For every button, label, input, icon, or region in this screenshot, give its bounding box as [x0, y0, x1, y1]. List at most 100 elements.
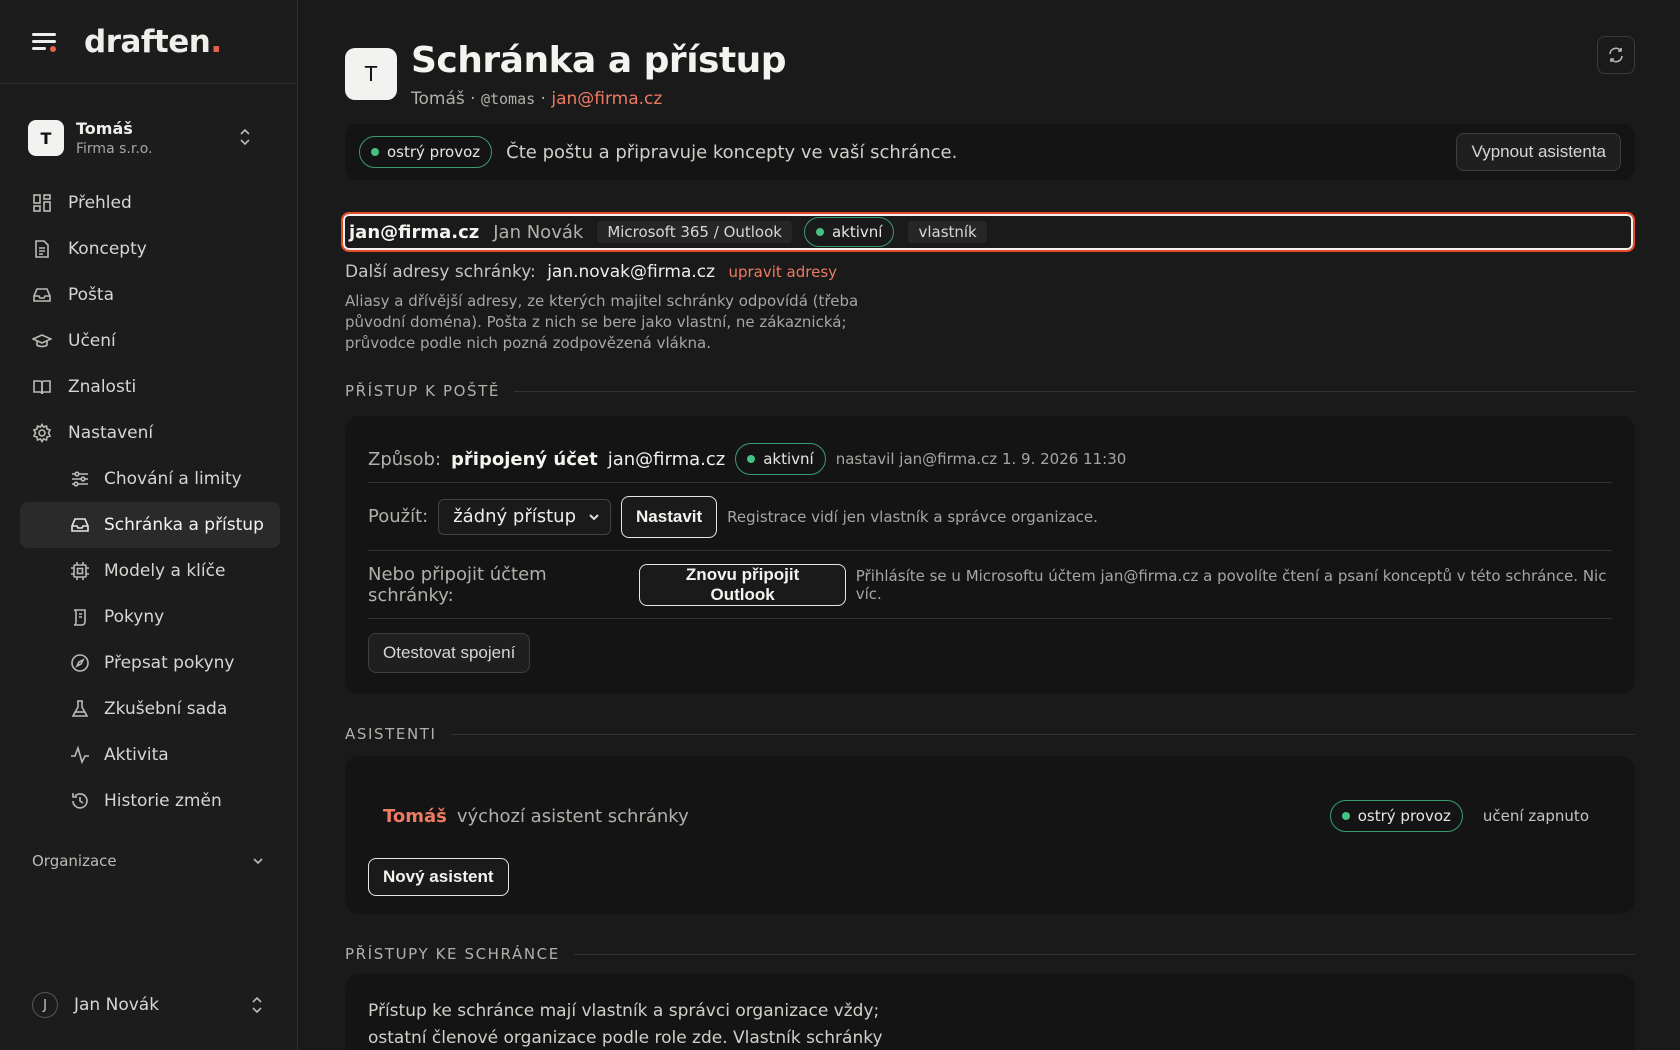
- subtitle-name: Tomáš: [411, 89, 465, 109]
- nav-label: Chování a limity: [104, 469, 242, 489]
- nav-label: Přepsat pokyny: [104, 653, 235, 673]
- disable-assistant-button[interactable]: Vypnout asistenta: [1456, 133, 1621, 171]
- scroll-icon: [73, 609, 86, 626]
- activity-icon: [71, 745, 89, 765]
- reconnect-outlook-button[interactable]: Znovu připojit Outlook: [639, 563, 846, 606]
- section-heading-mail-access: PŘÍSTUP K POŠTĚ: [345, 382, 1635, 400]
- account-state-badge: aktivní: [803, 217, 895, 247]
- assistant-status-bar: ostrý provoz Čte poštu a připravuje konc…: [345, 124, 1635, 180]
- chevron-updown-icon: [252, 996, 262, 1014]
- status-dot: [815, 228, 824, 236]
- user-avatar: J: [32, 992, 58, 1018]
- nav-sub-zkusebni[interactable]: Zkušební sada: [20, 686, 280, 732]
- subtitle-handle: @tomas: [480, 90, 536, 108]
- status-description: Čte poštu a připravuje koncepty ve vaší …: [506, 141, 958, 163]
- assistant-row[interactable]: Tomáš výchozí asistent schránky ostrý pr…: [383, 800, 1589, 832]
- other-addresses-value: jan.novak@firma.cz: [547, 262, 716, 282]
- workspace-switcher[interactable]: T Tomáš Firma s.r.o.: [28, 112, 274, 164]
- section-heading-assistants: ASISTENTI: [345, 725, 1635, 743]
- nav-label: Pokyny: [104, 607, 165, 627]
- nav-sub-prepsat[interactable]: Přepsat pokyny: [20, 640, 280, 686]
- user-menu[interactable]: J Jan Novák: [32, 992, 264, 1018]
- brand-bar: draften.: [0, 0, 297, 84]
- nav-sub-historie[interactable]: Historie změn: [20, 778, 280, 824]
- nav-label: Pošta: [68, 285, 114, 305]
- nav-label: Schránka a přístup: [104, 515, 264, 535]
- refresh-icon: [1609, 47, 1623, 63]
- status-dot: [1341, 812, 1350, 820]
- set-access-button[interactable]: Nastavit: [621, 495, 718, 538]
- other-addresses-label: Další adresy schránky:: [345, 262, 536, 282]
- nav-label: Zkušební sada: [104, 699, 228, 719]
- nav-label: Historie změn: [104, 791, 222, 811]
- test-connection-button[interactable]: Otestovat spojení: [368, 632, 531, 673]
- nav-item-znalosti[interactable]: Znalosti: [20, 364, 280, 410]
- nav-item-koncepty[interactable]: Koncepty: [20, 226, 280, 272]
- workspace-avatar: T: [28, 120, 64, 156]
- access-select[interactable]: žádný přístup: [438, 498, 612, 535]
- nav-sub-modely[interactable]: Modely a klíče: [20, 548, 280, 594]
- nav-sub-pokyny[interactable]: Pokyny: [20, 594, 280, 640]
- subtitle-email-link[interactable]: jan@firma.cz: [551, 89, 662, 109]
- section-title: PŘÍSTUPY KE SCHRÁNCE: [345, 945, 560, 963]
- account-email: jan@firma.cz: [349, 221, 480, 243]
- refresh-button[interactable]: [1597, 36, 1635, 74]
- menu-icon[interactable]: [30, 30, 60, 54]
- document-icon: [35, 240, 49, 258]
- test-row: Otestovat spojení: [368, 618, 1612, 686]
- section-title: PŘÍSTUP K POŠTĚ: [345, 382, 500, 400]
- nav-label: Přehled: [68, 193, 132, 213]
- inbox-icon: [33, 288, 51, 302]
- logo[interactable]: draften.: [84, 24, 222, 60]
- subtitle-separator: ·: [464, 89, 481, 109]
- status-badge-label: ostrý provoz: [387, 143, 481, 161]
- dashboard-icon: [33, 194, 51, 212]
- assistant-avatar: T: [345, 48, 397, 100]
- live-status-badge: ostrý provoz: [359, 136, 493, 168]
- method-meta: nastavil jan@firma.cz 1. 9. 2026 11:30: [835, 450, 1127, 468]
- use-access-row: Použít: žádný přístup Nastavit Registrac…: [368, 482, 1612, 550]
- method-state-badge: aktivní: [735, 443, 826, 475]
- mail-access-card: Způsob: připojený účet jan@firma.cz akti…: [345, 416, 1635, 694]
- state-label: aktivní: [763, 450, 814, 468]
- compass-icon: [71, 654, 89, 672]
- nav-item-uceni[interactable]: Učení: [20, 318, 280, 364]
- mailbox-access-text: Přístup ke schránce mají vlastník a sprá…: [368, 1001, 883, 1048]
- book-icon: [33, 380, 51, 395]
- nav-item-prehled[interactable]: Přehled: [20, 180, 280, 226]
- reconnect-row: Nebo připojit účtem schránky: Znovu přip…: [368, 550, 1612, 618]
- learning-status: učení zapnuto: [1482, 807, 1589, 825]
- flask-icon: [71, 700, 89, 717]
- section-heading-mailbox-access: PŘÍSTUPY KE SCHRÁNCE: [345, 945, 1635, 963]
- method-value: připojený účet: [451, 448, 598, 470]
- access-method-row: Způsob: připojený účet jan@firma.cz akti…: [368, 438, 1612, 480]
- select-value: žádný přístup: [453, 506, 577, 527]
- edit-addresses-link[interactable]: upravit adresy: [728, 263, 837, 281]
- use-note: Registrace vidí jen vlastník a správce o…: [727, 507, 1098, 526]
- addresses-help-text: Aliasy a dřívější adresy, ze kterých maj…: [345, 292, 859, 352]
- new-assistant-button[interactable]: Nový asistent: [368, 858, 509, 896]
- nav-sub-schranka[interactable]: Schránka a přístup: [20, 502, 280, 548]
- nav-label: Znalosti: [68, 377, 137, 397]
- assistant-live-badge: ostrý provoz: [1329, 800, 1463, 832]
- user-name: Jan Novák: [74, 995, 160, 1015]
- page-subtitle: Tomáš · @tomas · jan@firma.cz: [411, 89, 786, 109]
- assistant-name[interactable]: Tomáš: [383, 806, 447, 827]
- nav-sub-aktivita[interactable]: Aktivita: [20, 732, 280, 778]
- state-label: aktivní: [831, 223, 883, 241]
- subtitle-separator: ·: [535, 89, 552, 109]
- nav-item-nastaveni[interactable]: Nastavení: [20, 410, 280, 456]
- status-dot: [371, 148, 379, 156]
- provider-tag: Microsoft 365 / Outlook: [597, 221, 792, 243]
- main-nav: Přehled Koncepty Pošta Učení Znalosti Na…: [20, 180, 280, 824]
- gear-icon: [32, 423, 52, 443]
- nav-item-posta[interactable]: Pošta: [20, 272, 280, 318]
- organization-label: Organizace: [32, 852, 117, 870]
- sidebar: draften. T Tomáš Firma s.r.o. Přehled Ko…: [0, 0, 298, 1050]
- organization-toggle[interactable]: Organizace: [32, 852, 264, 870]
- nav-sub-chovani[interactable]: Chování a limity: [20, 456, 280, 502]
- mailbox-account-row[interactable]: jan@firma.cz Jan Novák Microsoft 365 / O…: [341, 212, 1635, 252]
- reconnect-note: Přihlásíte se u Microsoftu účtem jan@fir…: [855, 566, 1607, 603]
- page-title: Schránka a přístup: [411, 40, 787, 81]
- nav-label: Koncepty: [68, 239, 147, 259]
